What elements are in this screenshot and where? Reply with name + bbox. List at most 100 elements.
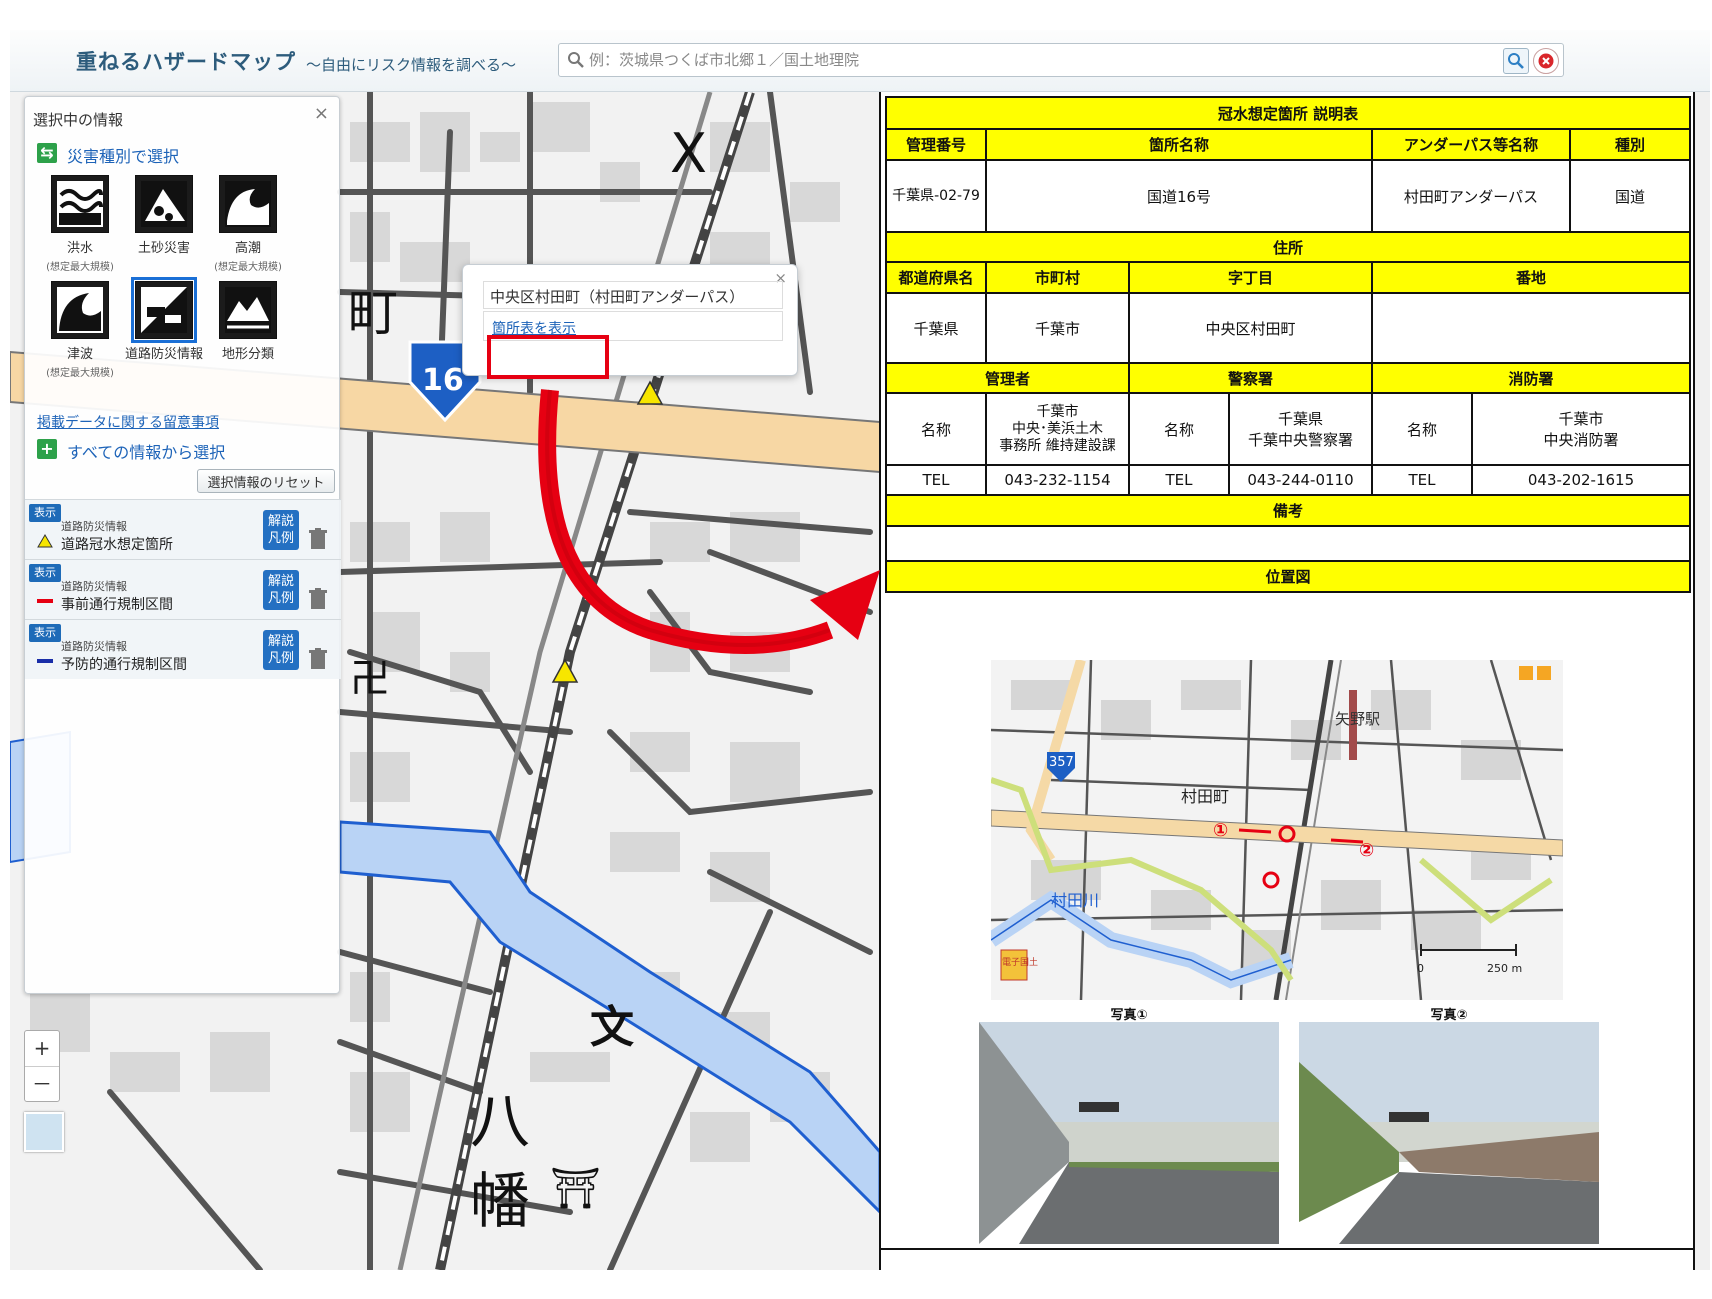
layer-legend-button[interactable]: 解説 凡例 — [263, 570, 299, 610]
photo-1-caption: 写真① — [1110, 1008, 1148, 1023]
header-type: 種別 — [1569, 128, 1691, 161]
location-header: 位置図 — [885, 560, 1691, 593]
address-header: 住所 — [885, 231, 1691, 263]
loc-stamp: 電子国土 — [1002, 956, 1038, 968]
panel-close-button[interactable]: × — [314, 103, 329, 124]
loc-scale-250: 250 m — [1487, 962, 1522, 975]
app-header: 重ねるハザードマップ ～自由にリスク情報を調べる～ — [10, 30, 1710, 92]
app-title: 重ねるハザードマップ — [76, 50, 296, 74]
flood-icon — [51, 175, 109, 233]
description-table: 冠水想定箇所 説明表 管理番号 箇所名称 アンダーパス等名称 種別 千葉県-02… — [885, 96, 1691, 593]
tsunami-icon — [51, 281, 109, 339]
search-button[interactable] — [1503, 48, 1529, 74]
remarks-cell — [885, 525, 1691, 562]
manager-name-line1: 千葉市 — [1036, 403, 1079, 420]
police-tel: 043-244-0110 — [1228, 464, 1373, 496]
loc-town-label: 村田町 — [1181, 787, 1229, 806]
svg-text:X: X — [670, 122, 707, 185]
layer-legend-button[interactable]: 解説 凡例 — [263, 630, 299, 670]
loc-point-1: ① — [1213, 820, 1228, 841]
photo-2-image — [1299, 1022, 1599, 1244]
hazard-landform[interactable]: 地形分類 — [205, 281, 291, 364]
cell-city: 千葉市 — [985, 292, 1130, 364]
trash-icon[interactable] — [309, 648, 327, 670]
header-id: 管理番号 — [885, 128, 987, 161]
layer-legend-button[interactable]: 解説 凡例 — [263, 510, 299, 550]
add-icon: + — [37, 439, 57, 459]
pref-header: 都道府県名 — [885, 261, 987, 294]
trash-icon[interactable] — [309, 528, 327, 550]
photo-2: 写真② — [1299, 1004, 1599, 1244]
cell-underpass: 村田町アンダーパス — [1371, 159, 1571, 233]
loc-station-label: 矢野駅 — [1335, 710, 1380, 728]
hazard-flood-sub: (想定最大規模) — [46, 262, 114, 273]
cell-id: 千葉県-02-79 — [885, 159, 987, 233]
table-title: 冠水想定箇所 説明表 — [885, 96, 1691, 130]
loc-point-2: ② — [1359, 840, 1374, 861]
svg-text:卍: 卍 — [350, 656, 390, 702]
disaster-type-link[interactable]: 災害種別で選択 — [67, 143, 179, 167]
layer-show-toggle[interactable]: 表示 — [29, 564, 61, 582]
police-name-line2: 千葉中央警察署 — [1247, 431, 1353, 449]
remarks-header: 備考 — [885, 494, 1691, 527]
svg-text:⛩: ⛩ — [550, 1166, 601, 1212]
hazard-storm-surge-label: 高潮 — [234, 241, 261, 256]
search-box — [558, 43, 1564, 77]
base-layer-toggle[interactable] — [24, 1112, 64, 1152]
link-highlight-box — [487, 335, 609, 379]
zoom-out-button[interactable]: － — [25, 1066, 59, 1101]
blue-line-icon — [37, 659, 53, 663]
photo-1: 写真① — [979, 1004, 1279, 1244]
data-notes-link[interactable]: 掲載データに関する留意事項 — [37, 412, 219, 432]
landslide-icon — [135, 175, 193, 233]
fire-tel-label: TEL — [1371, 464, 1473, 496]
police-name: 千葉県 千葉中央警察署 — [1228, 392, 1373, 466]
hazard-storm-surge-sub: (想定最大規模) — [214, 262, 282, 273]
reset-selection-button[interactable]: 選択情報のリセット — [197, 469, 335, 493]
hazard-flood[interactable]: 洪水 (想定最大規模) — [37, 175, 123, 273]
police-name-line1: 千葉県 — [1277, 410, 1323, 428]
hazard-landslide[interactable]: 土砂災害 — [121, 175, 207, 258]
header-underpass: アンダーパス等名称 — [1371, 128, 1571, 161]
hazard-tsunami[interactable]: 津波 (想定最大規模) — [37, 281, 123, 379]
police-header: 警察署 — [1128, 362, 1373, 394]
layer-name: 予防的通行規制区間 — [61, 657, 187, 673]
cell-type: 国道 — [1569, 159, 1691, 233]
app-subtitle: ～自由にリスク情報を調べる～ — [306, 56, 517, 74]
header-name: 箇所名称 — [985, 128, 1373, 161]
loc-route-label: 357 — [1049, 755, 1074, 770]
manager-name-label: 名称 — [885, 392, 987, 466]
popup-title: 中央区村田町（村田町アンダーパス） — [483, 281, 783, 309]
all-info-link[interactable]: すべての情報から選択 — [67, 439, 225, 463]
cell-name: 国道16号 — [985, 159, 1373, 233]
city-header: 市町村 — [985, 261, 1130, 294]
district-header: 字丁目 — [1128, 261, 1373, 294]
route-number-label: 16 — [422, 363, 464, 398]
manager-header: 管理者 — [885, 362, 1130, 394]
zoom-in-button[interactable]: + — [25, 1031, 59, 1066]
hazard-storm-surge[interactable]: 高潮 (想定最大規模) — [205, 175, 291, 273]
panel-title: 選択中の情報 — [33, 111, 124, 129]
svg-text:文: 文 — [590, 1002, 634, 1053]
hazard-road-disaster[interactable]: 道路防災情報 — [121, 277, 207, 364]
trash-icon[interactable] — [309, 588, 327, 610]
layer-show-toggle[interactable]: 表示 — [29, 624, 61, 642]
police-name-label: 名称 — [1128, 392, 1230, 466]
layer-item: 表示 道路防災情報 道路冠水想定箇所 解説 凡例 — [25, 499, 341, 559]
man-label: 幡 — [470, 1167, 530, 1237]
loc-scale-zero: 0 — [1417, 962, 1424, 975]
layer-item: 表示 道路防災情報 予防的通行規制区間 解説 凡例 — [25, 619, 341, 679]
police-tel-label: TEL — [1128, 464, 1230, 496]
lot-header: 番地 — [1371, 261, 1691, 294]
cell-district: 中央区村田町 — [1128, 292, 1373, 364]
layer-item: 表示 道路防災情報 事前通行規制区間 解説 凡例 — [25, 559, 341, 619]
clear-search-button[interactable] — [1533, 48, 1559, 74]
layer-show-toggle[interactable]: 表示 — [29, 504, 61, 522]
layer-category: 道路防災情報 — [61, 640, 127, 653]
search-input[interactable] — [589, 48, 1509, 72]
fire-name-line1: 千葉市 — [1558, 410, 1604, 428]
layer-category: 道路防災情報 — [61, 520, 127, 533]
fire-header: 消防署 — [1371, 362, 1691, 394]
cell-pref: 千葉県 — [885, 292, 987, 364]
photo-2-caption: 写真② — [1430, 1008, 1468, 1023]
